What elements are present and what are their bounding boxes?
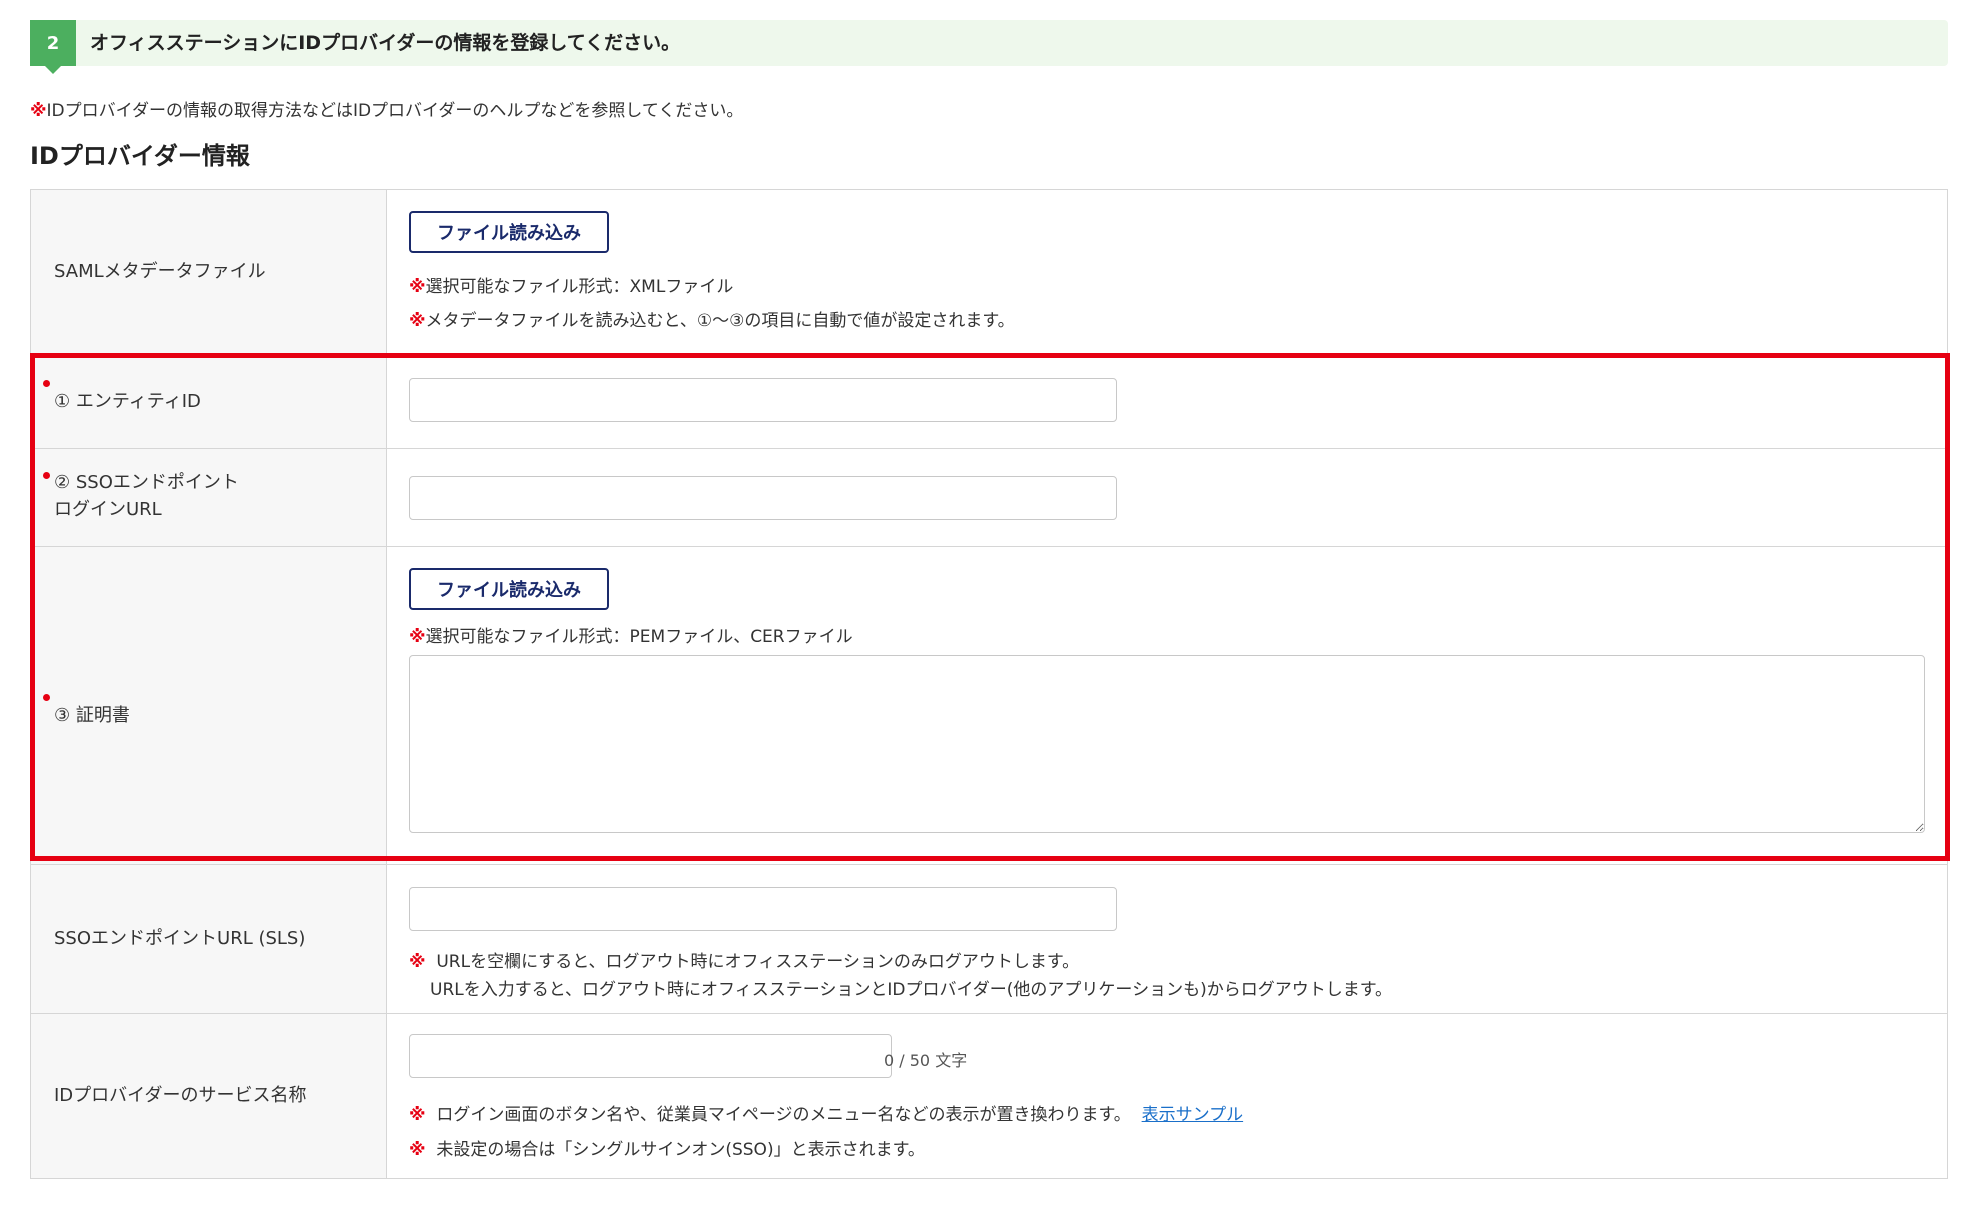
sls-filled-note: URLを入力すると、ログアウト時にオフィスステーションとIDプロバイダー(他のア… [430, 980, 1393, 1000]
row-service-name: IDプロバイダーのサービス名称 0 / 50 文字 ※ ログイン画面のボタン名や… [31, 1014, 1947, 1178]
saml-file-load-button[interactable]: ファイル読み込み [409, 211, 609, 253]
saml-format-note: ※選択可能なファイル形式：XMLファイル [409, 277, 734, 297]
char-counter: 0 / 50 文字 [884, 1051, 968, 1070]
service-name-note: ※ ログイン画面のボタン名や、従業員マイページのメニュー名などの表示が置き換わり… [409, 1105, 1244, 1125]
service-name-label: IDプロバイダーのサービス名称 [54, 1085, 307, 1106]
row-entity-id: ① エンティティID [31, 354, 1947, 449]
step-title: オフィスステーションにIDプロバイダーの情報を登録してください。 [90, 32, 681, 54]
saml-metadata-label: SAMLメタデータファイル [54, 261, 266, 282]
notice-mark: ※ [30, 101, 47, 121]
sso-login-url-label-line1: ② SSOエンドポイント [54, 472, 239, 493]
sso-login-url-input[interactable] [409, 476, 1117, 520]
row-sso-login-url: ② SSOエンドポイント ログインURL [31, 449, 1947, 547]
service-name-input[interactable] [409, 1034, 892, 1078]
section-heading: IDプロバイダー情報 [30, 142, 250, 170]
display-sample-link[interactable]: 表示サンプル [1142, 1105, 1244, 1125]
certificate-format-note: ※選択可能なファイル形式：PEMファイル、CERファイル [409, 627, 853, 647]
required-dot-icon [43, 694, 50, 701]
step-number-badge: 2 [30, 20, 76, 74]
certificate-label: ③ 証明書 [54, 705, 130, 726]
step-banner: 2 オフィスステーションにIDプロバイダーの情報を登録してください。 [30, 20, 1948, 74]
sls-url-input[interactable] [409, 887, 1117, 931]
required-dot-icon [43, 472, 50, 479]
row-certificate: ③ 証明書 ファイル読み込み ※選択可能なファイル形式：PEMファイル、CERフ… [31, 547, 1947, 865]
certificate-file-load-button[interactable]: ファイル読み込み [409, 568, 609, 610]
sls-empty-note: ※ URLを空欄にすると、ログアウト時にオフィスステーションのみログアウトします… [409, 952, 1080, 972]
help-notice: ※IDプロバイダーの情報の取得方法などはIDプロバイダーのヘルプなどを参照してく… [30, 96, 743, 121]
row-saml-metadata: SAMLメタデータファイル ファイル読み込み ※選択可能なファイル形式：XMLフ… [31, 190, 1947, 354]
entity-id-label: ① エンティティID [54, 391, 201, 412]
sls-url-label: SSOエンドポイントURL (SLS) [54, 928, 306, 949]
notice-text: IDプロバイダーの情報の取得方法などはIDプロバイダーのヘルプなどを参照してくだ… [46, 101, 744, 121]
row-sls-url: SSOエンドポイントURL (SLS) ※ URLを空欄にすると、ログアウト時に… [31, 865, 1947, 1014]
idp-form-table: SAMLメタデータファイル ファイル読み込み ※選択可能なファイル形式：XMLフ… [30, 189, 1948, 1179]
certificate-textarea[interactable] [409, 655, 1925, 833]
saml-autofill-note: ※メタデータファイルを読み込むと、①～③の項目に自動で値が設定されます。 [409, 311, 1015, 331]
entity-id-input[interactable] [409, 378, 1117, 422]
sso-login-url-label-line2: ログインURL [54, 499, 162, 520]
service-name-default-note: ※ 未設定の場合は「シングルサインオン(SSO)」と表示されます。 [409, 1140, 925, 1160]
required-dot-icon [43, 380, 50, 387]
